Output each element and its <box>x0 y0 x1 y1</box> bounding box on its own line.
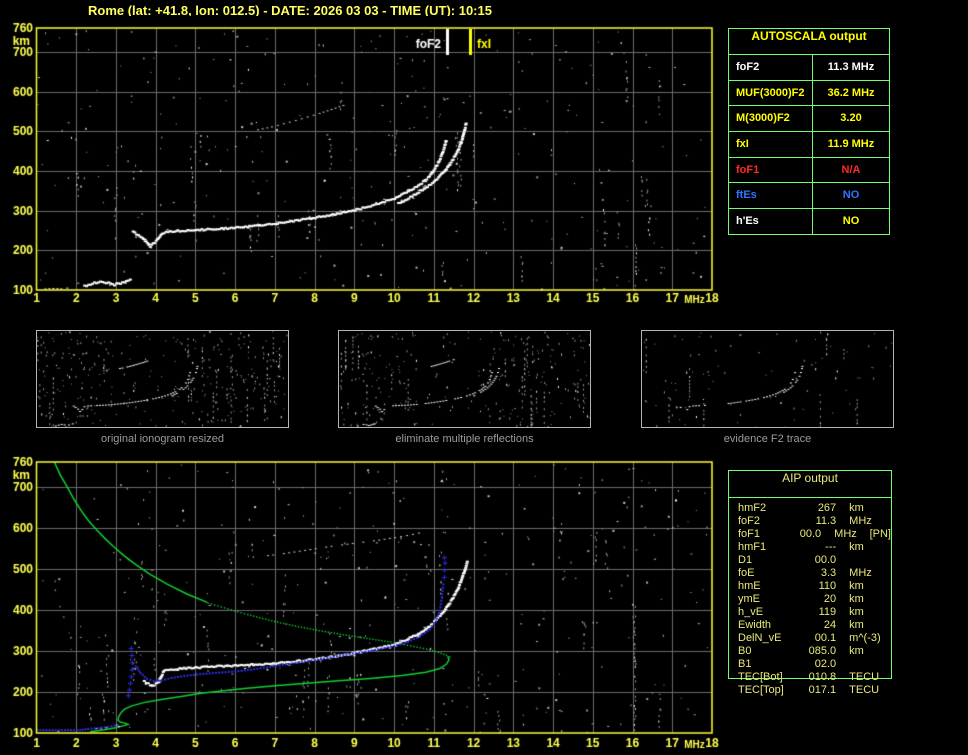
param-label: h'Es <box>729 209 813 235</box>
aip-row: foF2 11.3 MHz <box>738 515 891 528</box>
aip-row: hmF2 267 km <box>738 502 891 515</box>
aip-row: B1 02.0 <box>738 658 891 671</box>
autoscala-table-title: AUTOSCALA output <box>729 29 889 55</box>
autoscala-row: foF1 N/A <box>729 157 889 184</box>
thumbnail-original-ionogram <box>36 330 289 428</box>
aip-v: 00.1 <box>814 632 837 644</box>
autoscala-row: h'Es NO <box>729 209 889 235</box>
aip-row: ymE 20 km <box>738 593 891 606</box>
aip-u: km <box>849 541 864 553</box>
aip-n: Ewidth <box>738 619 772 631</box>
thumbnail-eliminate-canvas <box>339 331 590 427</box>
thumbnail-evidence-caption: evidence F2 trace <box>723 433 812 445</box>
aip-row: TEC[Bot] 010.8 TECU <box>738 671 891 684</box>
thumbnail-evidence-canvas <box>642 331 893 427</box>
param-value: 36.2 MHz <box>827 86 875 99</box>
thumbnail-original-canvas <box>37 331 288 427</box>
profile-plot-canvas <box>0 450 725 755</box>
param-label: MUF(3000)F2 <box>729 80 813 106</box>
param-label: fxI <box>729 132 813 157</box>
aip-n: DelN_vE <box>738 632 782 644</box>
aip-v: 3.3 <box>820 567 837 579</box>
aip-n: hmF2 <box>738 502 767 514</box>
aip-n: B0 <box>738 645 752 657</box>
aip-v: 085.0 <box>808 645 837 657</box>
aip-u: km <box>849 619 864 631</box>
param-label: foF1 <box>729 157 813 183</box>
aip-v: 24 <box>823 619 837 631</box>
aip-u <box>849 554 891 567</box>
aip-x: [PN] <box>869 528 891 540</box>
aip-row: hmE 110 km <box>738 580 891 593</box>
aip-v: 00.0 <box>814 554 837 566</box>
aip-n: hmE <box>738 580 761 592</box>
autoscala-output-table: AUTOSCALA output foF2 11.3 MHz MUF(3000)F2… <box>728 28 890 235</box>
param-value: 3.20 <box>840 112 862 125</box>
aip-n: foE <box>738 567 755 579</box>
aip-v: 267 <box>817 502 837 514</box>
aip-u: m^(-3) <box>849 632 881 644</box>
aip-row: Ewidth 24 km <box>738 619 891 632</box>
aip-row: TEC[Top] 017.1 TECU <box>738 684 891 697</box>
aip-n: foF1 <box>738 528 761 540</box>
param-label: M(3000)F2 <box>729 106 813 132</box>
aip-v: 110 <box>818 580 837 592</box>
aip-v: 20 <box>823 593 837 605</box>
autoscala-row: fxI 11.9 MHz <box>729 132 889 158</box>
autoscala-table-rows: foF2 11.3 MHz MUF(3000)F2 36.2 MHz M(3000)F2… <box>729 55 889 235</box>
aip-u: MHz <box>849 515 872 527</box>
aip-n: foF2 <box>738 515 761 527</box>
aip-n: hmF1 <box>738 541 767 553</box>
aip-n: TEC[Top] <box>738 684 784 696</box>
autoscala-row: foF2 11.3 MHz <box>729 55 889 81</box>
aip-n: D1 <box>738 554 753 566</box>
aip-v: --- <box>825 541 837 553</box>
aip-v: 017.1 <box>808 684 837 696</box>
aip-u: km <box>849 606 864 618</box>
ionogram-plot-canvas <box>0 16 725 316</box>
thumbnail-original-caption: original ionogram resized <box>101 433 224 445</box>
aip-row: foF1 00.0 MHz [PN] <box>738 528 891 541</box>
aip-v: 010.8 <box>808 671 837 683</box>
param-value: N/A <box>841 163 861 176</box>
aip-table-rows: hmF2 267 km foF2 11.3 MHz foF1 00.0 MHz [PN] hmF1-… <box>729 498 891 697</box>
aip-row: h_vE 119 km <box>738 606 891 619</box>
param-value: 11.9 MHz <box>827 138 875 151</box>
aip-u: km <box>849 580 864 592</box>
aip-u <box>849 658 891 671</box>
aip-u: MHz <box>834 528 857 540</box>
aip-row: B0 085.0 km <box>738 645 891 658</box>
aip-n: h_vE <box>738 606 764 618</box>
aip-row: foE 3.3 MHz <box>738 567 891 580</box>
param-value: NO <box>842 215 860 228</box>
aip-output-table: AIP output hmF2 267 km foF2 11.3 MHz foF1 00.0 M… <box>728 470 892 696</box>
aip-u: MHz <box>849 567 872 579</box>
thumbnail-eliminate-caption: eliminate multiple reflections <box>395 433 534 445</box>
thumbnail-eliminate-reflections <box>338 330 591 428</box>
autoscala-row: MUF(3000)F2 36.2 MHz <box>729 80 889 107</box>
param-value: NO <box>842 189 860 202</box>
aip-row: D1 00.0 <box>738 554 891 567</box>
aip-row: DelN_vE 00.1 m^(-3) <box>738 632 891 645</box>
param-label: ftEs <box>729 183 813 209</box>
param-label: foF2 <box>729 55 813 80</box>
aip-v: 119 <box>818 606 837 618</box>
aip-n: TEC[Bot] <box>738 671 783 683</box>
aip-u: km <box>849 502 864 514</box>
aip-u: TECU <box>849 684 880 696</box>
aip-n: B1 <box>738 658 752 670</box>
aip-u: km <box>849 593 864 605</box>
aip-v: 00.0 <box>799 528 822 540</box>
aip-u: km <box>849 645 864 657</box>
aip-table-title: AIP output <box>729 471 891 498</box>
autoscala-row: ftEs NO <box>729 183 889 210</box>
aip-v: 02.0 <box>814 658 837 670</box>
aip-u: TECU <box>849 671 880 683</box>
aip-row: hmF1 --- km <box>738 541 891 554</box>
aip-v: 11.3 <box>815 515 837 527</box>
param-value: 11.3 MHz <box>827 61 875 73</box>
thumbnail-evidence-f2 <box>641 330 894 428</box>
autoscala-row: M(3000)F2 3.20 <box>729 106 889 133</box>
aip-n: ymE <box>738 593 760 605</box>
